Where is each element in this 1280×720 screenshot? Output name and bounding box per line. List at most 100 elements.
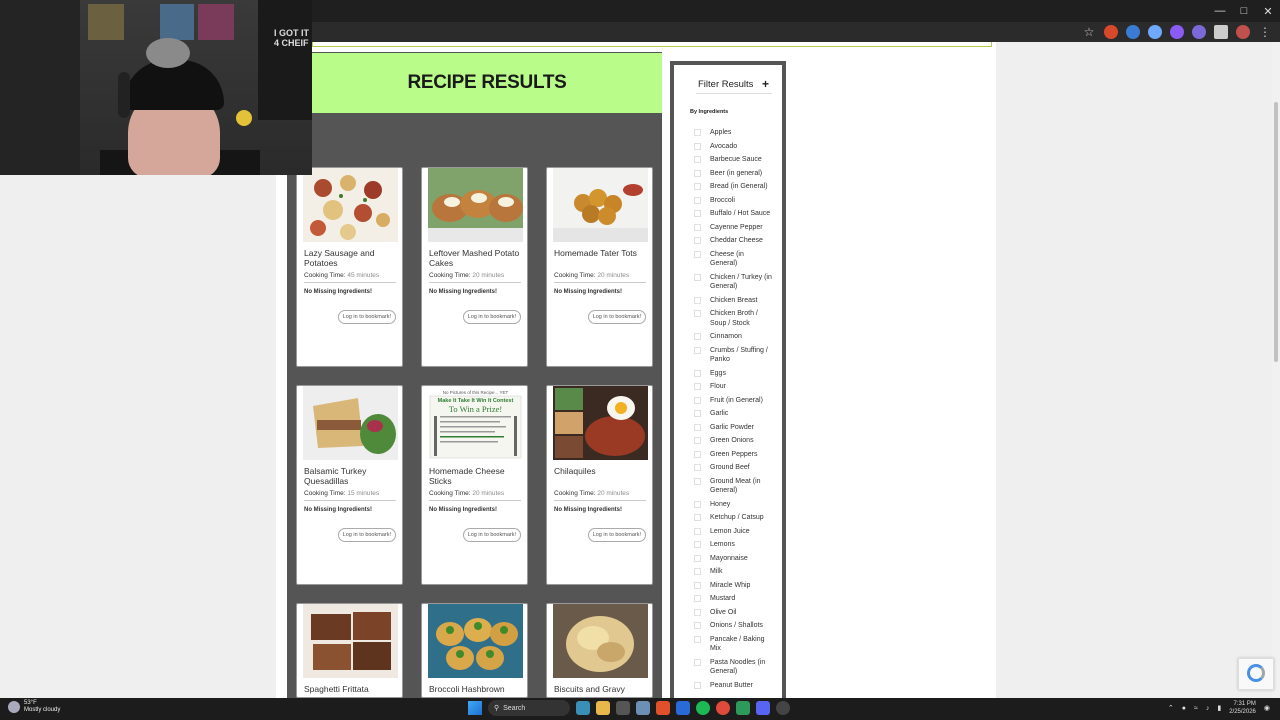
ingredient-label[interactable]: Miracle Whip bbox=[710, 581, 772, 591]
ingredient-filter-item[interactable]: Cinnamon bbox=[694, 332, 784, 342]
checkbox[interactable] bbox=[694, 237, 701, 244]
ingredient-filter-item[interactable]: Green Onions bbox=[694, 436, 784, 446]
recipe-card[interactable]: Broccoli Hashbrown bbox=[421, 603, 528, 698]
ingredient-label[interactable]: Cheese (in General) bbox=[710, 250, 772, 269]
ingredient-label[interactable]: Apples bbox=[710, 128, 772, 138]
checkbox[interactable] bbox=[694, 581, 701, 589]
checkbox[interactable] bbox=[694, 527, 701, 535]
ingredient-label[interactable]: Broccoli bbox=[710, 196, 772, 206]
recipe-title[interactable]: Broccoli Hashbrown bbox=[429, 684, 525, 694]
battery-icon[interactable]: ▮ bbox=[1217, 704, 1221, 712]
recipe-image[interactable] bbox=[553, 386, 648, 460]
weather-widget[interactable]: 53°F Mostly cloudy bbox=[8, 700, 60, 714]
bookmark-button[interactable]: Log in to bookmark! bbox=[462, 528, 521, 542]
recaptcha-badge[interactable] bbox=[1238, 658, 1274, 690]
app-icon[interactable] bbox=[736, 701, 750, 715]
recipe-card[interactable]: Chilaquiles Cooking Time: 20 minutes No … bbox=[546, 385, 653, 585]
checkbox[interactable] bbox=[694, 658, 701, 666]
menu-kebab-icon[interactable]: ⋮ bbox=[1258, 25, 1272, 39]
task-view-icon[interactable] bbox=[576, 701, 590, 715]
checkbox[interactable] bbox=[694, 369, 701, 377]
ingredient-label[interactable]: Mayonnaise bbox=[710, 554, 772, 564]
ingredient-filter-item[interactable]: Flour bbox=[694, 382, 784, 392]
checkbox[interactable] bbox=[694, 346, 701, 354]
recipe-image[interactable] bbox=[428, 604, 523, 678]
ingredient-label[interactable]: Cheddar Cheese bbox=[710, 236, 772, 246]
checkbox[interactable] bbox=[694, 210, 701, 217]
app-icon[interactable] bbox=[776, 701, 790, 715]
recipe-image-placeholder[interactable]: No Pictures of this Recipe... YET Make I… bbox=[428, 386, 523, 460]
bookmark-button[interactable]: Log in to bookmark! bbox=[587, 310, 646, 324]
ingredient-label[interactable]: Milk bbox=[710, 567, 772, 577]
ingredient-filter-item[interactable]: Mayonnaise bbox=[694, 554, 784, 564]
ingredient-label[interactable]: Honey bbox=[710, 500, 772, 510]
page-scrollbar[interactable] bbox=[1272, 42, 1280, 698]
checkbox[interactable] bbox=[694, 310, 701, 317]
ingredient-filter-item[interactable]: Mustard bbox=[694, 594, 784, 604]
ingredient-filter-item[interactable]: Barbecue Sauce bbox=[694, 155, 784, 165]
ingredient-filter-item[interactable]: Onions / Shallots bbox=[694, 621, 784, 631]
ingredient-label[interactable]: Green Onions bbox=[710, 436, 772, 446]
checkbox[interactable] bbox=[694, 296, 701, 304]
ingredient-filter-item[interactable]: Fruit (in General) bbox=[694, 396, 784, 406]
checkbox[interactable] bbox=[694, 169, 701, 177]
recipe-image[interactable] bbox=[428, 168, 523, 242]
ingredient-filter-item[interactable]: Cayenne Pepper bbox=[694, 223, 784, 233]
recipe-card[interactable]: Leftover Mashed Potato Cakes Cooking Tim… bbox=[421, 167, 528, 367]
ingredient-filter-item[interactable]: Cheese (in General) bbox=[694, 250, 784, 269]
recipe-card[interactable]: No Pictures of this Recipe... YET Make I… bbox=[421, 385, 528, 585]
checkbox[interactable] bbox=[694, 554, 701, 562]
ingredient-label[interactable]: Chicken Broth / Soup / Stock bbox=[710, 309, 772, 328]
ingredient-filter-item[interactable]: Apples bbox=[694, 128, 784, 138]
checkbox[interactable] bbox=[694, 568, 701, 575]
ingredient-filter-item[interactable]: Honey bbox=[694, 500, 784, 510]
ingredient-label[interactable]: Pancake / Baking Mix bbox=[710, 635, 772, 654]
ingredient-filter-item[interactable]: Chicken Breast bbox=[694, 296, 784, 306]
restore-icon[interactable]: □ bbox=[1232, 0, 1256, 22]
recipe-card[interactable]: Lazy Sausage and Potatoes Cooking Time: … bbox=[296, 167, 403, 367]
extension-icon[interactable] bbox=[1148, 25, 1162, 39]
notification-bell-icon[interactable]: ◉ bbox=[1264, 704, 1270, 712]
recipe-image[interactable] bbox=[303, 168, 398, 242]
recipe-card[interactable]: Biscuits and Gravy bbox=[546, 603, 653, 698]
filter-title[interactable]: Filter Results bbox=[698, 79, 753, 90]
ingredient-label[interactable]: Chicken / Turkey (in General) bbox=[710, 273, 772, 292]
windows-start-icon[interactable] bbox=[468, 701, 482, 715]
checkbox[interactable] bbox=[694, 156, 701, 163]
ingredient-filter-item[interactable]: Pasta Noodles (in General) bbox=[694, 658, 784, 677]
wifi-icon[interactable]: ≈ bbox=[1194, 705, 1198, 712]
ingredient-label[interactable]: Lemons bbox=[710, 540, 772, 550]
bookmark-button[interactable]: Log in to bookmark! bbox=[462, 310, 521, 324]
checkbox[interactable] bbox=[694, 500, 701, 508]
settings-gear-icon[interactable] bbox=[636, 701, 650, 715]
checkbox[interactable] bbox=[694, 273, 701, 281]
recipe-title[interactable]: Balsamic Turkey Quesadillas bbox=[304, 466, 400, 486]
ingredient-filter-item[interactable]: Cheddar Cheese bbox=[694, 236, 784, 246]
checkbox[interactable] bbox=[694, 129, 701, 136]
ingredient-label[interactable]: Ground Beef bbox=[710, 463, 772, 473]
checkbox[interactable] bbox=[694, 223, 701, 231]
ingredient-label[interactable]: Barbecue Sauce bbox=[710, 155, 772, 165]
ingredient-label[interactable]: Eggs bbox=[710, 369, 772, 379]
ingredient-filter-item[interactable]: Broccoli bbox=[694, 196, 784, 206]
ingredient-filter-item[interactable]: Peanut Butter bbox=[694, 681, 784, 691]
ingredient-label[interactable]: Peanut Butter bbox=[710, 681, 772, 691]
recipe-title[interactable]: Leftover Mashed Potato Cakes bbox=[429, 248, 525, 268]
recipe-title[interactable]: Biscuits and Gravy bbox=[554, 684, 650, 694]
checkbox[interactable] bbox=[694, 396, 701, 404]
extension-icon[interactable] bbox=[1170, 25, 1184, 39]
ingredient-label[interactable]: Beer (in general) bbox=[710, 169, 772, 179]
recipe-title[interactable]: Homemade Cheese Sticks bbox=[429, 466, 525, 486]
recipe-image[interactable] bbox=[553, 168, 648, 242]
ingredient-filter-item[interactable]: Olive Oil bbox=[694, 608, 784, 618]
discord-icon[interactable] bbox=[756, 701, 770, 715]
ingredient-label[interactable]: Crumbs / Stuffing / Panko bbox=[710, 346, 772, 365]
ingredient-filter-item[interactable]: Chicken / Turkey (in General) bbox=[694, 273, 784, 292]
ingredient-label[interactable]: Onions / Shallots bbox=[710, 621, 772, 631]
checkbox[interactable] bbox=[694, 681, 701, 689]
chrome-icon[interactable] bbox=[716, 701, 730, 715]
recipe-image[interactable] bbox=[303, 386, 398, 460]
ingredient-label[interactable]: Mustard bbox=[710, 594, 772, 604]
checkbox[interactable] bbox=[694, 541, 701, 548]
checkbox[interactable] bbox=[694, 423, 701, 431]
